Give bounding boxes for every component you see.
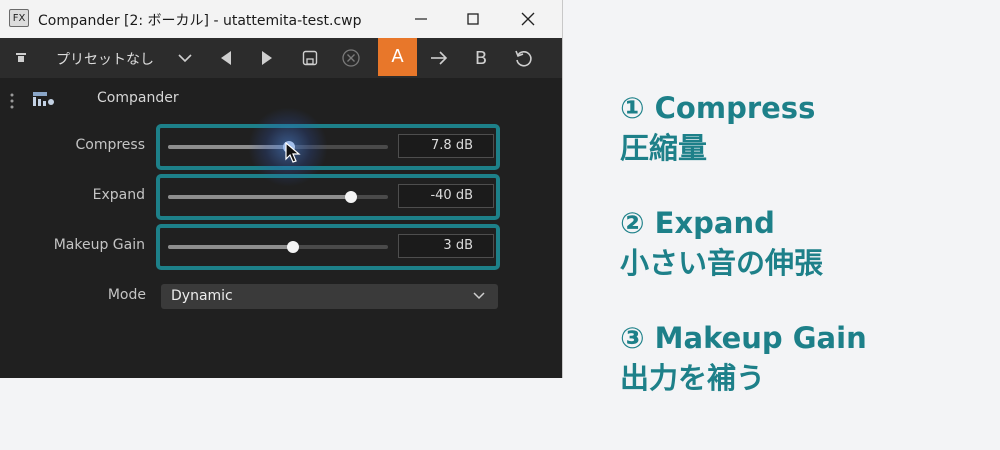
menu-button[interactable] (10, 38, 32, 78)
minimize-button[interactable] (410, 8, 432, 30)
close-button[interactable] (517, 8, 539, 30)
compare-a-button[interactable]: A (378, 38, 417, 76)
title-bar: FX Compander [2: ボーカル] - utattemita-test… (0, 0, 562, 38)
note-expand-title: ② Expand (620, 206, 775, 240)
circle-x-icon (342, 49, 360, 67)
triangle-left-icon (221, 51, 231, 65)
expand-highlight-box (156, 174, 500, 220)
drag-handle[interactable] (9, 92, 15, 114)
plugin-name: Compander (97, 90, 179, 106)
reset-button[interactable] (510, 38, 536, 78)
delete-preset-button[interactable] (338, 38, 364, 78)
note-makeup-gain-title: ③ Makeup Gain (620, 321, 867, 355)
window-title: Compander [2: ボーカル] - utattemita-test.cw… (38, 13, 362, 29)
makeup-gain-label: Makeup Gain (53, 237, 145, 253)
arrow-right-icon (431, 51, 448, 65)
note-compress-title: ① Compress (620, 91, 816, 125)
preset-dropdown-button[interactable] (172, 38, 198, 78)
vertical-dots-icon (10, 93, 14, 109)
previous-preset-button[interactable] (214, 38, 238, 78)
compander-plugin-icon (33, 92, 54, 106)
undo-icon (515, 50, 532, 67)
minimize-icon (415, 18, 427, 20)
save-icon (302, 50, 318, 66)
compress-highlight-box (156, 124, 500, 170)
mode-dropdown[interactable]: Dynamic (161, 284, 498, 309)
mode-label: Mode (107, 287, 146, 303)
plugin-toolbar: プリセットなし A B (0, 38, 562, 78)
maximize-icon (467, 13, 479, 25)
next-preset-button[interactable] (255, 38, 279, 78)
note-expand-desc: 小さい音の伸張 (620, 246, 824, 280)
makeup-gain-highlight-box (156, 224, 500, 270)
pointer-cursor-icon (285, 141, 301, 163)
chevron-down-icon (178, 54, 192, 63)
close-icon (521, 12, 535, 26)
compress-label: Compress (75, 137, 145, 153)
compare-b-button[interactable]: B (468, 38, 494, 78)
triangle-right-icon (262, 51, 272, 65)
menu-icon (16, 53, 26, 62)
mouse-cursor (284, 141, 302, 168)
note-makeup-gain-desc: 出力を補う (620, 361, 766, 395)
note-compress-desc: 圧縮量 (620, 131, 708, 165)
plugin-icon (32, 90, 56, 112)
copy-a-to-b-button[interactable] (426, 38, 452, 78)
expand-label: Expand (92, 187, 145, 203)
fx-app-icon: FX (9, 9, 29, 27)
chevron-down-icon (473, 292, 485, 300)
compander-window: FX Compander [2: ボーカル] - utattemita-test… (0, 0, 563, 378)
maximize-button[interactable] (462, 8, 484, 30)
mode-value: Dynamic (171, 288, 233, 304)
preset-name[interactable]: プリセットなし (56, 49, 154, 69)
save-preset-button[interactable] (297, 38, 323, 78)
